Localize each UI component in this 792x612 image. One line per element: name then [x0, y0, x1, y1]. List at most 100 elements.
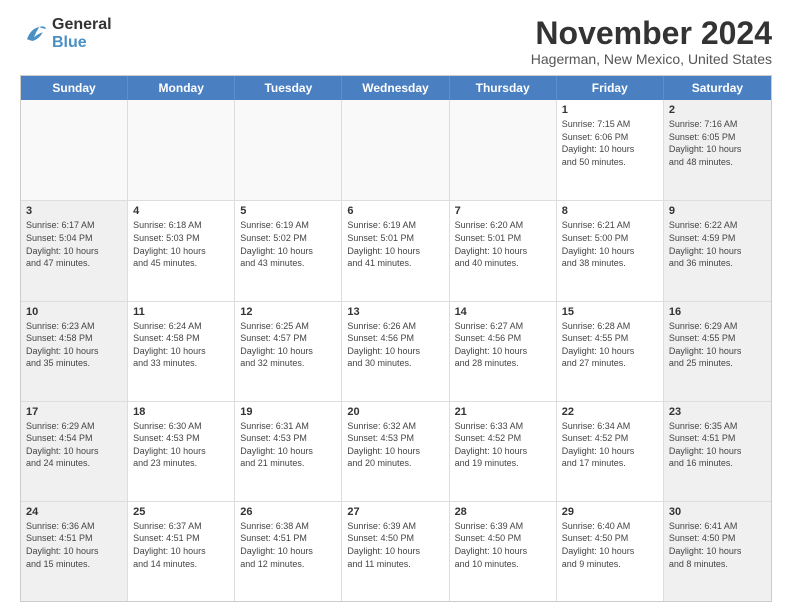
calendar-cell: 1 Sunrise: 7:15 AM Sunset: 6:06 PM Daylig…	[557, 100, 664, 200]
header-day-saturday: Saturday	[664, 76, 771, 100]
day-number: 7	[455, 205, 551, 217]
day-number: 16	[669, 306, 766, 318]
calendar-row-1: 3Sunrise: 6:17 AM Sunset: 5:04 PM Daylig…	[21, 200, 771, 300]
day-number: 30	[669, 506, 766, 518]
header-day-thursday: Thursday	[450, 76, 557, 100]
calendar-cell: 22 Sunrise: 6:34 AM Sunset: 4:52 PM Dayli…	[557, 402, 664, 501]
calendar-cell: 3Sunrise: 6:17 AM Sunset: 5:04 PM Daylig…	[21, 201, 128, 300]
day-info: Sunrise: 6:29 AM Sunset: 4:54 PM Dayligh…	[26, 420, 122, 470]
day-number: 6	[347, 205, 443, 217]
logo-icon	[20, 20, 48, 48]
day-number: 4	[133, 205, 229, 217]
day-number: 11	[133, 306, 229, 318]
calendar-cell	[450, 100, 557, 200]
day-number: 24	[26, 506, 122, 518]
day-number: 13	[347, 306, 443, 318]
day-number: 1	[562, 104, 658, 116]
day-info: Sunrise: 6:39 AM Sunset: 4:50 PM Dayligh…	[455, 520, 551, 570]
calendar-cell: 4 Sunrise: 6:18 AM Sunset: 5:03 PM Daylig…	[128, 201, 235, 300]
header-day-tuesday: Tuesday	[235, 76, 342, 100]
calendar-cell: 5Sunrise: 6:19 AM Sunset: 5:02 PM Daylig…	[235, 201, 342, 300]
calendar-cell: 16 Sunrise: 6:29 AM Sunset: 4:55 PM Dayli…	[664, 302, 771, 401]
day-number: 15	[562, 306, 658, 318]
header-day-monday: Monday	[128, 76, 235, 100]
day-number: 8	[562, 205, 658, 217]
day-info: Sunrise: 6:28 AM Sunset: 4:55 PM Dayligh…	[562, 320, 658, 370]
day-info: Sunrise: 6:24 AM Sunset: 4:58 PM Dayligh…	[133, 320, 229, 370]
page: General Blue November 2024 Hagerman, New…	[0, 0, 792, 612]
day-info: Sunrise: 6:31 AM Sunset: 4:53 PM Dayligh…	[240, 420, 336, 470]
logo-line2: Blue	[52, 34, 112, 52]
calendar-cell: 12 Sunrise: 6:25 AM Sunset: 4:57 PM Dayli…	[235, 302, 342, 401]
day-number: 19	[240, 406, 336, 418]
month-title: November 2024	[531, 16, 772, 51]
day-number: 28	[455, 506, 551, 518]
title-area: November 2024 Hagerman, New Mexico, Unit…	[531, 16, 772, 67]
day-info: Sunrise: 6:38 AM Sunset: 4:51 PM Dayligh…	[240, 520, 336, 570]
location: Hagerman, New Mexico, United States	[531, 51, 772, 67]
calendar: SundayMondayTuesdayWednesdayThursdayFrid…	[20, 75, 772, 602]
calendar-cell: 21Sunrise: 6:33 AM Sunset: 4:52 PM Dayli…	[450, 402, 557, 501]
calendar-cell: 6Sunrise: 6:19 AM Sunset: 5:01 PM Daylig…	[342, 201, 449, 300]
day-number: 10	[26, 306, 122, 318]
logo: General Blue	[20, 16, 112, 51]
day-info: Sunrise: 6:34 AM Sunset: 4:52 PM Dayligh…	[562, 420, 658, 470]
day-number: 26	[240, 506, 336, 518]
day-number: 22	[562, 406, 658, 418]
calendar-cell	[235, 100, 342, 200]
day-info: Sunrise: 6:20 AM Sunset: 5:01 PM Dayligh…	[455, 219, 551, 269]
day-info: Sunrise: 6:39 AM Sunset: 4:50 PM Dayligh…	[347, 520, 443, 570]
day-info: Sunrise: 6:22 AM Sunset: 4:59 PM Dayligh…	[669, 219, 766, 269]
calendar-cell: 24 Sunrise: 6:36 AM Sunset: 4:51 PM Dayli…	[21, 502, 128, 601]
day-info: Sunrise: 6:23 AM Sunset: 4:58 PM Dayligh…	[26, 320, 122, 370]
day-number: 18	[133, 406, 229, 418]
calendar-row-2: 10 Sunrise: 6:23 AM Sunset: 4:58 PM Dayli…	[21, 301, 771, 401]
day-info: Sunrise: 6:25 AM Sunset: 4:57 PM Dayligh…	[240, 320, 336, 370]
day-info: Sunrise: 7:15 AM Sunset: 6:06 PM Dayligh…	[562, 118, 658, 168]
calendar-cell: 28 Sunrise: 6:39 AM Sunset: 4:50 PM Dayli…	[450, 502, 557, 601]
calendar-cell: 20 Sunrise: 6:32 AM Sunset: 4:53 PM Dayli…	[342, 402, 449, 501]
day-info: Sunrise: 6:36 AM Sunset: 4:51 PM Dayligh…	[26, 520, 122, 570]
day-number: 14	[455, 306, 551, 318]
calendar-cell: 18Sunrise: 6:30 AM Sunset: 4:53 PM Dayli…	[128, 402, 235, 501]
day-number: 29	[562, 506, 658, 518]
calendar-cell: 7 Sunrise: 6:20 AM Sunset: 5:01 PM Daylig…	[450, 201, 557, 300]
calendar-cell: 26 Sunrise: 6:38 AM Sunset: 4:51 PM Dayli…	[235, 502, 342, 601]
header: General Blue November 2024 Hagerman, New…	[20, 16, 772, 67]
calendar-cell: 13 Sunrise: 6:26 AM Sunset: 4:56 PM Dayli…	[342, 302, 449, 401]
day-info: Sunrise: 6:32 AM Sunset: 4:53 PM Dayligh…	[347, 420, 443, 470]
day-number: 25	[133, 506, 229, 518]
calendar-cell: 25 Sunrise: 6:37 AM Sunset: 4:51 PM Dayli…	[128, 502, 235, 601]
day-info: Sunrise: 6:26 AM Sunset: 4:56 PM Dayligh…	[347, 320, 443, 370]
day-info: Sunrise: 6:35 AM Sunset: 4:51 PM Dayligh…	[669, 420, 766, 470]
calendar-header: SundayMondayTuesdayWednesdayThursdayFrid…	[21, 76, 771, 100]
calendar-cell	[21, 100, 128, 200]
day-number: 27	[347, 506, 443, 518]
day-info: Sunrise: 6:37 AM Sunset: 4:51 PM Dayligh…	[133, 520, 229, 570]
calendar-cell	[128, 100, 235, 200]
calendar-cell: 17 Sunrise: 6:29 AM Sunset: 4:54 PM Dayli…	[21, 402, 128, 501]
calendar-cell: 15 Sunrise: 6:28 AM Sunset: 4:55 PM Dayli…	[557, 302, 664, 401]
day-info: Sunrise: 6:19 AM Sunset: 5:02 PM Dayligh…	[240, 219, 336, 269]
day-info: Sunrise: 6:18 AM Sunset: 5:03 PM Dayligh…	[133, 219, 229, 269]
logo-text: General Blue	[52, 16, 112, 51]
header-day-wednesday: Wednesday	[342, 76, 449, 100]
day-info: Sunrise: 6:29 AM Sunset: 4:55 PM Dayligh…	[669, 320, 766, 370]
day-info: Sunrise: 6:41 AM Sunset: 4:50 PM Dayligh…	[669, 520, 766, 570]
calendar-cell: 11 Sunrise: 6:24 AM Sunset: 4:58 PM Dayli…	[128, 302, 235, 401]
calendar-cell: 10 Sunrise: 6:23 AM Sunset: 4:58 PM Dayli…	[21, 302, 128, 401]
day-number: 20	[347, 406, 443, 418]
calendar-cell: 27 Sunrise: 6:39 AM Sunset: 4:50 PM Dayli…	[342, 502, 449, 601]
day-number: 12	[240, 306, 336, 318]
calendar-cell: 8 Sunrise: 6:21 AM Sunset: 5:00 PM Daylig…	[557, 201, 664, 300]
day-info: Sunrise: 6:33 AM Sunset: 4:52 PM Dayligh…	[455, 420, 551, 470]
day-number: 17	[26, 406, 122, 418]
header-day-sunday: Sunday	[21, 76, 128, 100]
calendar-cell: 29Sunrise: 6:40 AM Sunset: 4:50 PM Dayli…	[557, 502, 664, 601]
calendar-row-4: 24 Sunrise: 6:36 AM Sunset: 4:51 PM Dayli…	[21, 501, 771, 601]
day-info: Sunrise: 6:21 AM Sunset: 5:00 PM Dayligh…	[562, 219, 658, 269]
calendar-cell: 14Sunrise: 6:27 AM Sunset: 4:56 PM Dayli…	[450, 302, 557, 401]
day-number: 23	[669, 406, 766, 418]
calendar-row-0: 1 Sunrise: 7:15 AM Sunset: 6:06 PM Daylig…	[21, 100, 771, 200]
header-day-friday: Friday	[557, 76, 664, 100]
